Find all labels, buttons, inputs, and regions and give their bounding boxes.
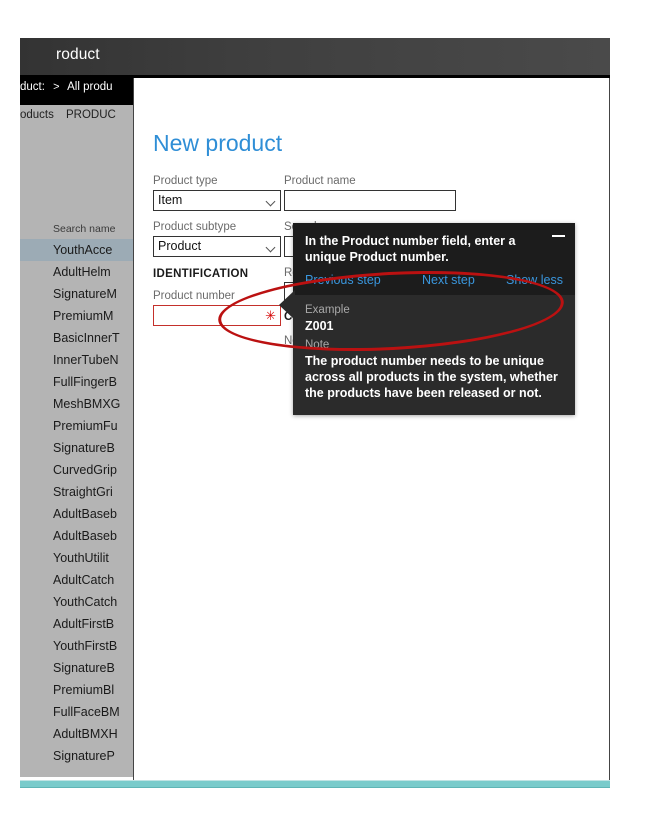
application-window: roduct duct: > All produ oducts PRODUC S… bbox=[20, 38, 610, 780]
callout-note-text: The product number needs to be unique ac… bbox=[305, 354, 558, 400]
grid-row-label: AdultBaseb bbox=[53, 529, 117, 543]
chevron-down-icon bbox=[265, 242, 276, 253]
grid-row-label: PremiumFu bbox=[53, 419, 118, 433]
grid-row-label: AdultFirstB bbox=[53, 617, 115, 631]
tab-products[interactable]: oducts bbox=[20, 109, 54, 121]
grid-row-label: StraightGri bbox=[53, 485, 113, 499]
grid-row-label: AdultBaseb bbox=[53, 507, 117, 521]
select-product-type-value: Item bbox=[158, 193, 183, 207]
new-product-dialog: New product Product type Item Product su… bbox=[133, 78, 610, 780]
label-product-subtype: Product subtype bbox=[153, 221, 237, 233]
grid-row-label: InnerTubeN bbox=[53, 353, 119, 367]
tab-product[interactable]: PRODUC bbox=[66, 109, 116, 121]
chevron-down-icon bbox=[265, 196, 276, 207]
grid-row-label: FullFaceBM bbox=[53, 705, 120, 719]
breadcrumb-separator-icon: > bbox=[53, 81, 60, 93]
label-product-type: Product type bbox=[153, 175, 218, 187]
select-product-type[interactable]: Item bbox=[153, 190, 281, 211]
input-product-name[interactable] bbox=[284, 190, 456, 211]
callout-note-label: Note bbox=[305, 339, 330, 351]
field-product-subtype: Product subtype Product bbox=[153, 221, 281, 257]
grid-row-label: AdultCatch bbox=[53, 573, 115, 587]
callout-header: In the Product number field, enter a uni… bbox=[293, 223, 575, 273]
callout-example-value: Z001 bbox=[305, 319, 334, 333]
select-product-subtype[interactable]: Product bbox=[153, 236, 281, 257]
input-product-number[interactable]: ✳ bbox=[153, 305, 281, 326]
dialog-title: New product bbox=[153, 130, 283, 156]
grid-row-label: AdultBMXH bbox=[53, 727, 118, 741]
field-product-number: Product number ✳ bbox=[153, 290, 281, 326]
label-product-number: Product number bbox=[153, 290, 235, 302]
field-product-name: Product name bbox=[284, 175, 456, 211]
callout-body: Example Z001 Note The product number nee… bbox=[293, 295, 575, 415]
callout-pointer-arrow bbox=[279, 290, 295, 320]
grid-row-label: AdultHelm bbox=[53, 265, 111, 279]
grid-row-label: BasicInnerT bbox=[53, 331, 120, 345]
section-header-identification: IDENTIFICATION bbox=[153, 268, 249, 280]
callout-example-label: Example bbox=[305, 304, 350, 316]
next-step-link[interactable]: Next step bbox=[422, 273, 475, 287]
required-asterisk-icon: ✳ bbox=[265, 308, 276, 323]
breadcrumb-item-0[interactable]: duct: bbox=[20, 81, 45, 93]
screenshot-root: roduct duct: > All produ oducts PRODUC S… bbox=[0, 0, 655, 813]
grid-row-label: PremiumBl bbox=[53, 683, 115, 697]
grid-row-label: YouthCatch bbox=[53, 595, 118, 609]
grid-row-label: CurvedGrip bbox=[53, 463, 117, 477]
grid-row-label: YouthUtilit bbox=[53, 551, 109, 565]
grid-row-label: SignatureM bbox=[53, 287, 117, 301]
grid-row-label: FullFingerB bbox=[53, 375, 117, 389]
task-guide-callout: In the Product number field, enter a uni… bbox=[293, 223, 575, 415]
grid-row-label: SignatureB bbox=[53, 661, 115, 675]
grid-row-label: YouthAcce bbox=[53, 243, 113, 257]
column-header-search-name[interactable]: Search name bbox=[53, 223, 115, 235]
callout-navigation: Previous step Next step Show less bbox=[293, 273, 575, 295]
page-title: roduct bbox=[56, 46, 100, 63]
minimize-icon[interactable] bbox=[552, 235, 565, 237]
breadcrumb-item-1[interactable]: All produ bbox=[67, 81, 112, 93]
dialog-footer bbox=[134, 720, 609, 780]
grid-row-label: SignatureP bbox=[53, 749, 115, 763]
grid-row-label: YouthFirstB bbox=[53, 639, 118, 653]
breadcrumb: duct: > All produ bbox=[20, 81, 113, 93]
select-product-subtype-value: Product bbox=[158, 239, 202, 253]
label-product-name: Product name bbox=[284, 175, 356, 187]
grid-row-label: PremiumM bbox=[53, 309, 114, 323]
field-product-type: Product type Item bbox=[153, 175, 281, 211]
callout-instruction-text: In the Product number field, enter a uni… bbox=[305, 234, 516, 264]
bottom-accent-bar bbox=[20, 780, 610, 788]
grid-row-label: SignatureB bbox=[53, 441, 115, 455]
grid-row-label: MeshBMXG bbox=[53, 397, 121, 411]
previous-step-link[interactable]: Previous step bbox=[305, 273, 381, 287]
show-less-link[interactable]: Show less bbox=[506, 273, 563, 287]
top-navigation-bar: roduct bbox=[20, 38, 610, 75]
